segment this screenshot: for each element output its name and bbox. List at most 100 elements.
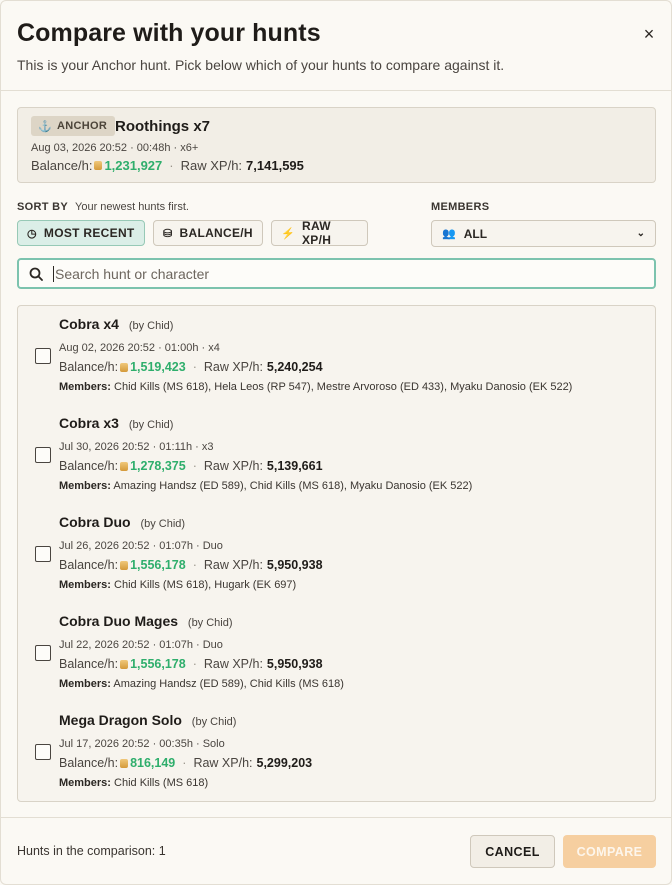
anchor-icon: ⚓ [38,120,52,133]
hunt-checkbox[interactable] [35,348,51,364]
sort-hint: Your newest hunts first. [75,201,189,213]
hunt-meta: Jul 30, 2026 20:52 · 01:11h · x3 [59,441,214,453]
list-item[interactable]: Cobra x3 (by Chid) Jul 30, 2026 20:52 · … [18,405,655,504]
lightning-icon: ⚡ [281,227,295,240]
sort-raw-xp-button[interactable]: ⚡ RAW XP/H [271,219,368,247]
balance-value: 816,149 [130,756,176,770]
gold-coin-icon [94,161,103,170]
sort-option-label: BALANCE/H [179,226,253,240]
hunt-owner: (by Chid) [191,716,237,728]
xp-label: Raw XP/h: [203,657,263,671]
gold-coin-icon [120,560,129,570]
xp-label: Raw XP/h: [180,158,243,173]
list-item[interactable]: Cobra Duo (by Chid) Jul 26, 2026 20:52 ·… [18,504,655,603]
hunt-stats: Balance/h: 1,556,178 · Raw XP/h: 5,950,9… [59,657,323,671]
close-icon[interactable]: × [639,24,659,44]
sort-balance-button[interactable]: ⛁ BALANCE/H [153,220,263,246]
search-input[interactable] [53,265,644,282]
hunt-owner: (by Chid) [140,518,186,530]
anchor-badge: ⚓ ANCHOR [31,116,116,136]
cancel-button[interactable]: CANCEL [470,835,555,868]
xp-value: 5,299,203 [256,756,313,770]
hunt-checkbox[interactable] [35,546,51,562]
xp-label: Raw XP/h: [203,360,263,374]
list-item[interactable]: Cobra x4 (by Chid) Aug 02, 2026 20:52 · … [18,306,655,405]
balance-label: Balance/h: [59,459,119,473]
xp-value: 5,139,661 [266,459,323,473]
xp-label: Raw XP/h: [203,459,263,473]
anchor-badge-label: ANCHOR [57,120,108,132]
hunt-checkbox[interactable] [35,645,51,661]
hunt-meta: Jul 26, 2026 20:52 · 01:07h · Duo [59,540,223,552]
hunt-members: Members: Amazing Handsz (ED 589), Chid K… [59,480,472,492]
hunt-stats: Balance/h: 1,519,423 · Raw XP/h: 5,240,2… [59,360,323,374]
members-label: MEMBERS [431,201,490,213]
divider [1,817,671,818]
search-box[interactable] [17,258,656,289]
hunt-owner: (by Chid) [187,617,233,629]
gold-coin-icon [120,758,129,768]
hunt-name: Mega Dragon Solo (by Chid) [59,712,236,728]
members-label: Members: [59,381,111,393]
balance-value: 1,231,927 [104,158,163,173]
hunt-stats: Balance/h: 816,149 · Raw XP/h: 5,299,203 [59,756,312,770]
hunt-checkbox[interactable] [35,447,51,463]
hunt-meta: Jul 22, 2026 20:52 · 01:07h · Duo [59,639,223,651]
anchor-hunt-stats: Balance/h: 1,231,927 · Raw XP/h: 7,141,5… [31,158,304,173]
members-list: Chid Kills (MS 618), Hela Leos (RP 547),… [114,381,573,393]
hunt-list[interactable]: Cobra x4 (by Chid) Aug 02, 2026 20:52 · … [17,305,656,802]
members-dropdown[interactable]: 👥 ALL ⌄ [431,220,656,247]
dialog-header: Compare with your hunts This is your Anc… [17,19,655,73]
members-label: Members: [59,678,111,690]
comparison-count: Hunts in the comparison: 1 [17,844,166,858]
hunt-meta: Aug 02, 2026 20:52 · 01:00h · x4 [59,342,220,354]
members-selected-value: ALL [463,226,488,241]
members-list: Amazing Handsz (ED 589), Chid Kills (MS … [113,678,344,690]
search-icon [29,267,43,281]
hunt-name: Cobra x3 (by Chid) [59,415,173,431]
hunt-name-text: Cobra Duo [59,514,131,530]
separator-dot: · [192,558,197,572]
users-icon: 👥 [442,228,456,240]
clock-icon: ◷ [27,227,37,240]
dialog-title: Compare with your hunts [17,19,321,47]
sort-option-label: RAW XP/H [302,219,332,247]
xp-value: 7,141,595 [246,158,304,173]
coins-icon: ⛁ [163,227,173,240]
xp-label: Raw XP/h: [193,756,253,770]
members-list: Chid Kills (MS 618), Hugark (EK 697) [114,579,297,591]
hunt-name-text: Mega Dragon Solo [59,712,182,728]
balance-value: 1,519,423 [130,360,186,374]
members-label: Members: [59,480,111,492]
list-item[interactable]: Mega Dragon Solo (by Chid) Jul 17, 2026 … [18,702,655,801]
anchor-hunt-meta: Aug 03, 2026 20:52 · 00:48h · x6+ [31,142,199,154]
compare-dialog: Compare with your hunts This is your Anc… [0,0,672,885]
hunt-name: Cobra Duo (by Chid) [59,514,185,530]
compare-button[interactable]: COMPARE [563,835,656,868]
separator-dot: · [192,459,197,473]
members-label: Members: [59,579,111,591]
balance-label: Balance/h: [31,158,93,173]
sort-by-label: SORT BY [17,201,68,213]
hunt-members: Members: Chid Kills (MS 618), Hugark (EK… [59,579,296,591]
gold-coin-icon [120,659,129,669]
anchor-hunt-name: Roothings x7 [115,118,211,135]
hunt-members: Members: Chid Kills (MS 618), Hela Leos … [59,381,572,393]
balance-label: Balance/h: [59,657,119,671]
hunt-members: Members: Amazing Handsz (ED 589), Chid K… [59,678,344,690]
list-item[interactable]: Cobra Duo Mages (by Chid) Jul 22, 2026 2… [18,603,655,702]
members-list: Amazing Handsz (ED 589), Chid Kills (MS … [113,480,473,492]
sort-most-recent-button[interactable]: ◷ MOST RECENT [17,220,145,246]
xp-value: 5,950,938 [266,558,323,572]
hunt-name-text: Cobra Duo Mages [59,613,179,629]
balance-value: 1,556,178 [130,657,186,671]
dialog-subtitle: This is your Anchor hunt. Pick below whi… [17,57,505,73]
hunt-checkbox[interactable] [35,744,51,760]
gold-coin-icon [120,362,129,372]
hunt-name-text: Cobra x3 [59,415,119,431]
members-list: Chid Kills (MS 618) [114,777,209,789]
separator-dot: · [182,756,187,770]
divider [1,90,671,91]
hunt-meta: Jul 17, 2026 20:52 · 00:35h · Solo [59,738,225,750]
hunt-members: Members: Chid Kills (MS 618) [59,777,208,789]
